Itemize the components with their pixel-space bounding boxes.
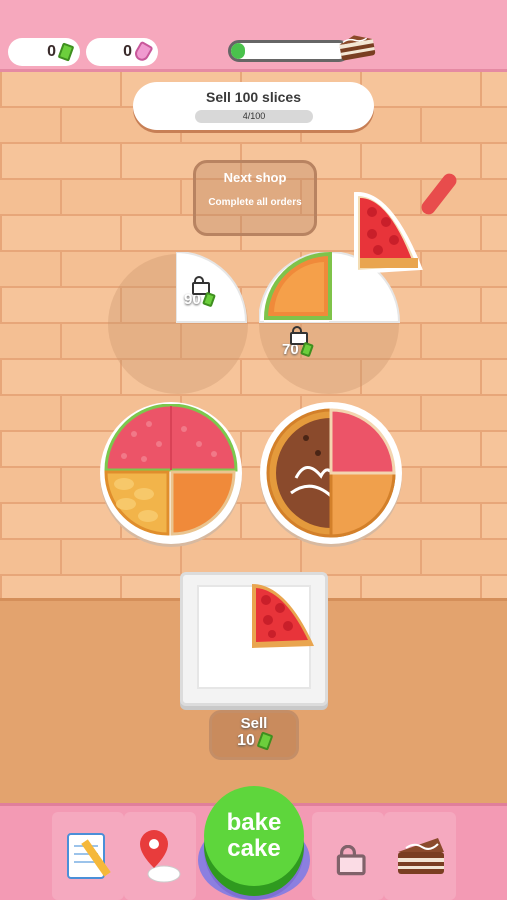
map-button[interactable] — [124, 812, 196, 900]
next-shop-title: Next shop — [223, 170, 287, 185]
bake-label-line1: bake — [226, 809, 282, 836]
notepad-icon — [67, 833, 111, 879]
locked-price-70: 70 — [282, 326, 314, 358]
cash-amount: 0 — [47, 43, 56, 60]
peach-tart-quarter — [104, 470, 170, 536]
orange-pie-quarter — [170, 470, 236, 536]
chocolate-cake-slices — [266, 408, 396, 538]
lock-icon — [336, 844, 366, 875]
cash-icon — [57, 42, 75, 62]
cake-shop-button[interactable] — [384, 812, 456, 900]
raspberry-cake-half — [104, 404, 238, 472]
next-shop-panel[interactable]: Next shop Complete all orders — [193, 160, 317, 236]
locked-nav-button[interactable] — [312, 812, 384, 900]
sell-label: Sell — [240, 715, 268, 732]
brick-wall — [0, 70, 507, 600]
bake-cake-button[interactable]: bake cake — [204, 786, 304, 886]
cake-slice-icon — [398, 838, 444, 874]
orange-pie-slice — [264, 252, 332, 320]
boxed-pizza-slice — [252, 584, 314, 648]
cash-icon — [256, 731, 274, 751]
quest-panel: Sell 100 slices 4/100 — [133, 82, 374, 130]
quest-progress: 4/100 — [195, 110, 313, 123]
orders-notepad-button[interactable] — [52, 812, 124, 900]
frosting-counter: 0 — [86, 38, 158, 66]
frosting-amount: 0 — [123, 43, 132, 60]
top-bar: 0 0 — [0, 0, 507, 72]
level-progress-bar — [228, 40, 350, 62]
locked-price-90: 90 — [184, 276, 216, 308]
cake-reward-icon — [339, 35, 376, 61]
lock-icon — [289, 326, 308, 345]
quest-title: Sell 100 slices — [206, 89, 301, 105]
cash-counter: 0 — [8, 38, 80, 66]
next-shop-subtitle: Complete all orders — [208, 197, 302, 208]
lock-icon — [191, 276, 210, 295]
knife-icon[interactable] — [412, 168, 462, 224]
map-pin-icon — [140, 830, 181, 883]
piping-bag-icon — [132, 40, 154, 64]
sell-button[interactable]: Sell 10 — [209, 710, 299, 760]
sell-price: 10 — [237, 732, 255, 749]
level-progress-fill — [231, 43, 245, 59]
bake-label-line2: cake — [227, 835, 281, 862]
